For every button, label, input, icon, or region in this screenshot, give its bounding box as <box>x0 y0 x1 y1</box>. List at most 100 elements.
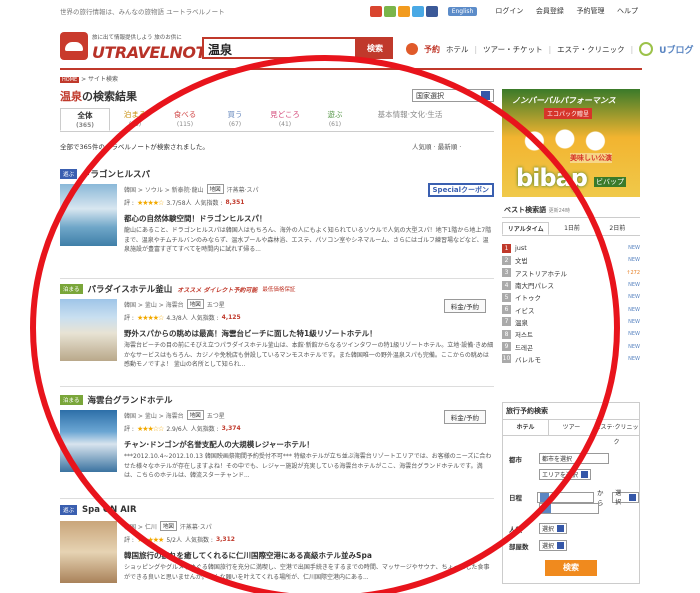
google-plus-icon[interactable] <box>369 5 382 17</box>
divider <box>60 278 494 279</box>
facebook-icon[interactable] <box>425 5 438 17</box>
country-select[interactable]: 国家選択 <box>412 89 494 102</box>
list-item[interactable]: 5 イトゥク NEW <box>502 291 640 303</box>
city-select[interactable]: 都市を選択 <box>539 453 609 464</box>
listing-location: 韓国 > 釜山 > 海雲台 <box>124 412 184 420</box>
tab-stay[interactable]: 泊まる (65) <box>110 108 160 131</box>
chevron-down-icon <box>557 525 565 532</box>
list-item[interactable]: 9 드레곤 NEW <box>502 340 640 352</box>
breadcrumb-home[interactable]: HOME <box>60 77 80 83</box>
listing-headline[interactable]: チャン·ドンゴンが名誉支配人の大規模レジャーホテル！ <box>124 439 494 450</box>
map-button[interactable]: 地図 <box>159 521 177 531</box>
list-item[interactable]: 10 バレルモ NEW <box>502 353 640 365</box>
views-label: 人気指数 : <box>185 537 213 544</box>
category-badge: 遊ぶ <box>60 505 78 515</box>
people-select[interactable]: 選択 <box>539 523 568 534</box>
list-item[interactable]: 3 アストリアホテル ↑272 <box>502 267 640 279</box>
best-search-words: ベスト検索語 更新24時 リアルタイム 1日前 2日前 1 just NEW 2 文법… <box>502 203 640 365</box>
listing-headline[interactable]: 韓国旅行の疲れを癒してくれるに仁川国際空港にある高級ホテル並みSpa <box>124 550 494 561</box>
tab-realtime[interactable]: リアルタイム <box>502 222 550 235</box>
listing-title[interactable]: Spa ON AIR <box>82 505 137 515</box>
list-item[interactable]: 6 イビス NEW <box>502 303 640 315</box>
listing-type: 汗蒸幕·スパ <box>179 523 212 531</box>
reservation-icon <box>406 43 418 55</box>
listing-location: 韓国 > ソウル > 新泰院·龍山 <box>124 186 204 194</box>
chevron-down-icon <box>629 493 636 501</box>
listing-image[interactable] <box>60 299 117 361</box>
listing-type: 五つ星 <box>206 412 225 420</box>
tab-all[interactable]: 全体 (365) <box>60 108 110 131</box>
listing-headline[interactable]: 野外スパからの眺めは最高！海雲台ビーチに面した特1級リゾートホテル！ <box>124 328 494 339</box>
listing-type: 汗蒸幕·スパ <box>226 186 259 194</box>
search-button[interactable]: 検索 <box>357 37 393 59</box>
ublog-link[interactable]: Uブログ <box>659 43 693 56</box>
page-title-keyword: 温泉 <box>60 90 82 103</box>
english-button[interactable]: English <box>447 6 478 16</box>
tab-booking-esthe[interactable]: エステ·クリニック <box>594 420 639 446</box>
help-link[interactable]: ヘルプ <box>617 7 638 15</box>
rss-icon[interactable] <box>397 5 410 17</box>
nav-esthe[interactable]: エステ・クリニック <box>557 44 625 55</box>
price-reserve-button[interactable]: 料金/予約 <box>443 299 486 313</box>
listing-image[interactable] <box>60 410 117 472</box>
map-button[interactable]: 地図 <box>186 410 204 420</box>
ublog-icon <box>639 42 654 56</box>
tab-booking-tour[interactable]: ツアー <box>549 420 594 435</box>
list-item[interactable]: 7 温泉 NEW <box>502 316 640 328</box>
listing-description: ***2012.10.4~2012.10.13 韓国映画祭期間予約受付不可***… <box>124 453 492 479</box>
tab-sights[interactable]: 見どころ (41) <box>260 108 310 131</box>
rooms-select[interactable]: 選択 <box>539 540 568 551</box>
reservation-link[interactable]: 予約管理 <box>576 7 604 15</box>
calendar-icon[interactable] <box>542 504 551 513</box>
listing-image[interactable] <box>60 521 117 583</box>
tab-booking-hotel[interactable]: ホテル <box>503 420 549 435</box>
views-count: 3,312 <box>215 536 235 543</box>
register-link[interactable]: 会員登録 <box>536 7 564 15</box>
category-badge: 泊まる <box>60 284 83 294</box>
tab-buy[interactable]: 買う (67) <box>210 108 260 131</box>
search-input[interactable]: 温泉 <box>202 37 357 59</box>
tab-2day[interactable]: 2日前 <box>595 222 640 235</box>
nights-select[interactable]: 選択 <box>612 490 639 506</box>
views-count: 3,374 <box>221 425 241 432</box>
listing-title[interactable]: ドラゴンヒルスパ <box>82 168 150 180</box>
login-link[interactable]: ログイン <box>495 7 523 15</box>
chevron-down-icon <box>557 542 565 549</box>
divider <box>60 498 494 499</box>
mixi-icon[interactable] <box>383 5 396 17</box>
listing-image[interactable] <box>60 184 117 246</box>
booking-search-button[interactable]: 検索 <box>545 560 597 576</box>
tab-eat[interactable]: 食べる (115) <box>160 108 210 131</box>
tab-play[interactable]: 遊ぶ (61) <box>310 108 360 131</box>
checkin-date-field[interactable] <box>537 491 595 503</box>
best-title: ベスト検索語 <box>504 206 547 214</box>
ad-kouen: 美味しい公演 <box>570 153 612 163</box>
list-item: 遊ぶ Spa ON AIR 韓国 > 仁川 地図 汗蒸幕·スパ 評 : ★★★★… <box>60 505 494 587</box>
list-item[interactable]: 1 just NEW <box>502 242 640 254</box>
list-item[interactable]: 2 文법 NEW <box>502 254 640 266</box>
listing-title[interactable]: パラダイスホテル釜山 <box>88 283 173 295</box>
views-count: 8,351 <box>225 199 245 206</box>
map-button[interactable]: 地図 <box>186 299 204 309</box>
nav-tour[interactable]: ツアー・チケット <box>483 44 543 55</box>
listing-title[interactable]: 海雲台グランドホテル <box>88 394 173 406</box>
checkout-date-field[interactable] <box>539 503 599 514</box>
map-button[interactable]: 地図 <box>206 184 224 194</box>
share-icons <box>369 5 438 17</box>
list-item[interactable]: 4 南大門パレス NEW <box>502 279 640 291</box>
sort-options[interactable]: 人気順 · 最新順 · <box>412 141 461 151</box>
tab-1day[interactable]: 1日前 <box>549 222 594 235</box>
list-item[interactable]: 8 저스트 NEW <box>502 328 640 340</box>
area-select[interactable]: エリアを選択 <box>539 469 592 480</box>
special-coupon-button[interactable]: Specialクーポン <box>427 183 494 197</box>
calendar-icon[interactable] <box>540 492 550 502</box>
nav-hotel[interactable]: ホテル <box>446 44 469 55</box>
category-badge: 遊ぶ <box>60 169 78 179</box>
bibap-ad-banner[interactable]: ノンバーバルパフォーマンス エコパック贈呈 美味しい公演 bibap ビバップ <box>502 89 640 197</box>
tab-basic-info[interactable]: 基本情報·文化·生活 <box>360 108 460 131</box>
site-logo[interactable]: 旅に出て情報提供しよう 旅のお供に UTRAVELNOTE <box>60 30 217 64</box>
listing-headline[interactable]: 都心の自然体験空間！ドラゴンヒルスパ！ <box>124 213 494 224</box>
price-reserve-button[interactable]: 料金/予約 <box>443 410 486 424</box>
reservation-label[interactable]: 予約 <box>424 44 440 55</box>
twitter-icon[interactable] <box>411 5 424 17</box>
